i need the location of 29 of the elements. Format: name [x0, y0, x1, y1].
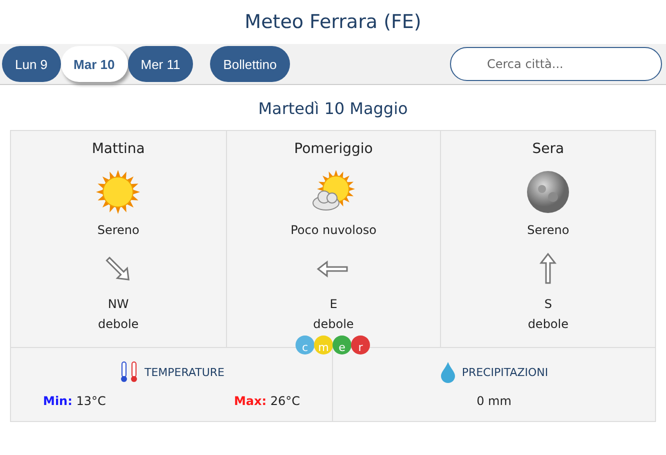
wind-direction: S: [544, 297, 552, 311]
moon-icon: [525, 169, 572, 215]
period-name: Mattina: [92, 141, 145, 157]
temperature-heading: TEMPERATURE: [144, 366, 224, 378]
day-tab[interactable]: Mer 11: [128, 46, 194, 82]
max-temperature: Max: 26°C: [234, 394, 300, 408]
wind-strength: debole: [313, 317, 354, 331]
min-temperature: Min: 13°C: [43, 394, 106, 408]
logo: c m e r: [295, 335, 371, 357]
thermometer-icon: [118, 361, 138, 383]
period-name: Pomeriggio: [294, 141, 373, 157]
page-title: Meteo Ferrara (FE): [244, 10, 422, 35]
water-drop-icon: [440, 361, 456, 383]
wind-strength: debole: [528, 317, 568, 331]
sun-icon: [95, 169, 142, 215]
sky-condition: Sereno: [97, 223, 140, 237]
wind-direction: NW: [108, 297, 129, 311]
bulletin-button[interactable]: Bollettino: [210, 46, 290, 82]
precipitation-value: 0 mm: [476, 394, 512, 408]
wind-strength: debole: [98, 317, 139, 331]
day-tab[interactable]: Mar 10: [60, 46, 128, 82]
sky-condition: Sereno: [527, 223, 570, 237]
precipitation-heading: PRECIPITAZIONI: [462, 366, 548, 378]
sky-condition: Poco nuvoloso: [290, 223, 376, 237]
date-heading: Martedì 10 Maggio: [257, 99, 409, 118]
wind-direction: E: [330, 297, 338, 311]
period-name: Sera: [532, 141, 564, 157]
day-tab[interactable]: Lun 9: [2, 46, 61, 82]
search-field[interactable]: Cerca città...: [450, 47, 662, 81]
